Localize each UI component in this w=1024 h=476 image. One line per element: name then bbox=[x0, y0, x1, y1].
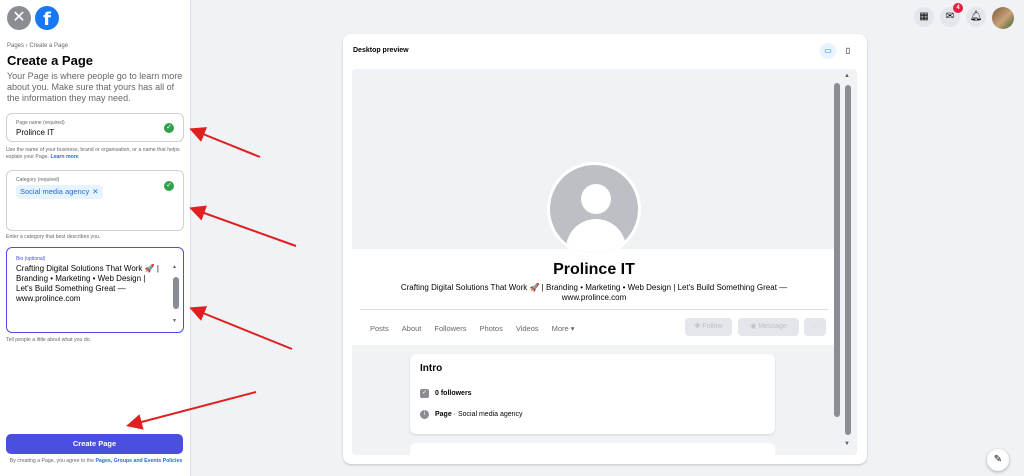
category-label: Category (required) bbox=[16, 177, 60, 183]
remove-chip-icon[interactable]: ✕ bbox=[92, 187, 98, 196]
top-toolbar: ▦ ✉ 4 🔔︎ bbox=[914, 3, 1014, 29]
close-icon[interactable]: ✕ bbox=[7, 6, 31, 30]
profile-picture bbox=[547, 162, 641, 256]
learn-more-link[interactable]: Learn more bbox=[50, 154, 78, 160]
arrow-to-bio bbox=[189, 306, 293, 350]
check-icon: ✓ bbox=[164, 123, 174, 133]
tab-about[interactable]: About bbox=[402, 324, 422, 333]
bio-label: Bio (optional) bbox=[16, 256, 46, 262]
tab-posts[interactable]: Posts bbox=[370, 324, 389, 333]
top-icons: ✕ f bbox=[7, 6, 59, 30]
bio-scrollbar[interactable]: ▲ ▼ bbox=[172, 262, 180, 326]
tab-photos[interactable]: Photos bbox=[479, 324, 502, 333]
preview-inner-scrollbar[interactable] bbox=[834, 83, 840, 417]
scroll-thumb[interactable] bbox=[173, 277, 179, 309]
preview-title: Desktop preview bbox=[353, 47, 409, 54]
default-avatar-body bbox=[566, 219, 626, 253]
facebook-logo-icon[interactable]: f bbox=[35, 6, 59, 30]
page-category-text: Page · Social media agency bbox=[435, 411, 523, 418]
scroll-up-icon[interactable]: ▲ bbox=[844, 73, 850, 79]
terms-text: By creating a Page, you agree to the Pag… bbox=[3, 458, 189, 465]
next-card bbox=[410, 443, 775, 455]
intro-text: Your Page is where people go to learn mo… bbox=[7, 71, 183, 103]
page-name-help: Use the name of your business, brand or … bbox=[6, 147, 186, 161]
preview-page-name: Prolince IT bbox=[553, 261, 635, 278]
tab-followers[interactable]: Followers bbox=[434, 324, 466, 333]
breadcrumb: Pages › Create a Page bbox=[7, 43, 69, 49]
intro-heading: Intro bbox=[420, 363, 443, 374]
page-category: · Social media agency bbox=[451, 411, 523, 418]
tab-more[interactable]: More ▾ bbox=[552, 324, 575, 333]
default-avatar-head bbox=[581, 184, 611, 214]
page-title: Create a Page bbox=[7, 53, 93, 68]
avatar[interactable] bbox=[992, 7, 1014, 29]
intro-card: Intro ✓ 0 followers i Page · Social medi… bbox=[410, 354, 775, 434]
bell-icon[interactable]: 🔔︎ bbox=[966, 7, 986, 27]
page-name-field[interactable]: Page name (required) Prolince IT ✓ bbox=[6, 113, 184, 142]
arrow-to-page-name bbox=[189, 127, 261, 158]
desktop-icon[interactable]: ▭ bbox=[820, 43, 836, 59]
followers-row: ✓ 0 followers bbox=[420, 389, 472, 398]
follow-button: ✚ Follow bbox=[685, 318, 732, 336]
page-label: Page bbox=[435, 411, 452, 418]
page-name-input[interactable]: Prolince IT bbox=[16, 128, 54, 137]
messenger-icon[interactable]: ✉ 4 bbox=[940, 3, 963, 27]
page-category-row: i Page · Social media agency bbox=[420, 410, 523, 419]
bio-textarea[interactable]: Crafting Digital Solutions That Work 🚀 |… bbox=[16, 264, 161, 304]
category-chip[interactable]: Social media agency ✕ bbox=[16, 185, 103, 199]
bio-help: Tell people a little about what you do. bbox=[6, 337, 92, 343]
page-name-label: Page name (required) bbox=[16, 120, 65, 126]
terms-prefix: By creating a Page, you agree to the bbox=[9, 458, 94, 464]
scroll-up-icon[interactable]: ▲ bbox=[172, 264, 177, 270]
arrow-to-category bbox=[189, 205, 297, 247]
create-page-button[interactable]: Create Page bbox=[6, 434, 183, 454]
check-icon: ✓ bbox=[164, 181, 174, 191]
preview-screen: Prolince IT Crafting Digital Solutions T… bbox=[352, 69, 857, 455]
more-options-button: ··· bbox=[804, 318, 826, 336]
category-help: Enter a category that best describes you… bbox=[6, 234, 101, 240]
scroll-down-icon[interactable]: ▼ bbox=[172, 318, 177, 324]
message-label: Message bbox=[758, 323, 787, 330]
create-page-panel: ✕ f Pages › Create a Page Create a Page … bbox=[0, 0, 191, 476]
preview-scrollbar[interactable]: ▲ ▼ bbox=[842, 71, 854, 453]
notification-badge: 4 bbox=[953, 3, 963, 13]
window-scrollbar[interactable] bbox=[1020, 0, 1024, 476]
scroll-down-icon[interactable]: ▼ bbox=[844, 441, 850, 447]
message-button: ◉ Message bbox=[738, 318, 799, 336]
followers-icon: ✓ bbox=[420, 389, 429, 398]
mobile-icon[interactable]: ▯ bbox=[840, 43, 856, 59]
info-icon: i bbox=[420, 410, 429, 419]
bio-field[interactable]: Bio (optional) Crafting Digital Solution… bbox=[6, 247, 184, 333]
menu-grid-icon[interactable]: ▦ bbox=[914, 7, 934, 27]
tab-videos[interactable]: Videos bbox=[516, 324, 539, 333]
category-chip-label: Social media agency bbox=[20, 187, 90, 196]
policies-link[interactable]: Pages, Groups and Events Policies bbox=[95, 458, 182, 464]
page-name-help-text: Use the name of your business, brand or … bbox=[6, 147, 180, 160]
category-field[interactable]: Category (required) Social media agency ✕… bbox=[6, 170, 184, 231]
preview-bio: Crafting Digital Solutions That Work 🚀 |… bbox=[400, 283, 788, 302]
edit-icon[interactable]: ✎ bbox=[987, 449, 1009, 471]
scroll-thumb[interactable] bbox=[845, 85, 851, 435]
divider bbox=[360, 309, 828, 310]
desktop-preview-card: Desktop preview ▭ ▯ Prolince IT Crafting… bbox=[343, 34, 867, 464]
page-tabs: Posts About Followers Photos Videos More… bbox=[370, 324, 575, 333]
followers-count: 0 followers bbox=[435, 390, 472, 397]
follow-label: Follow bbox=[702, 323, 723, 330]
